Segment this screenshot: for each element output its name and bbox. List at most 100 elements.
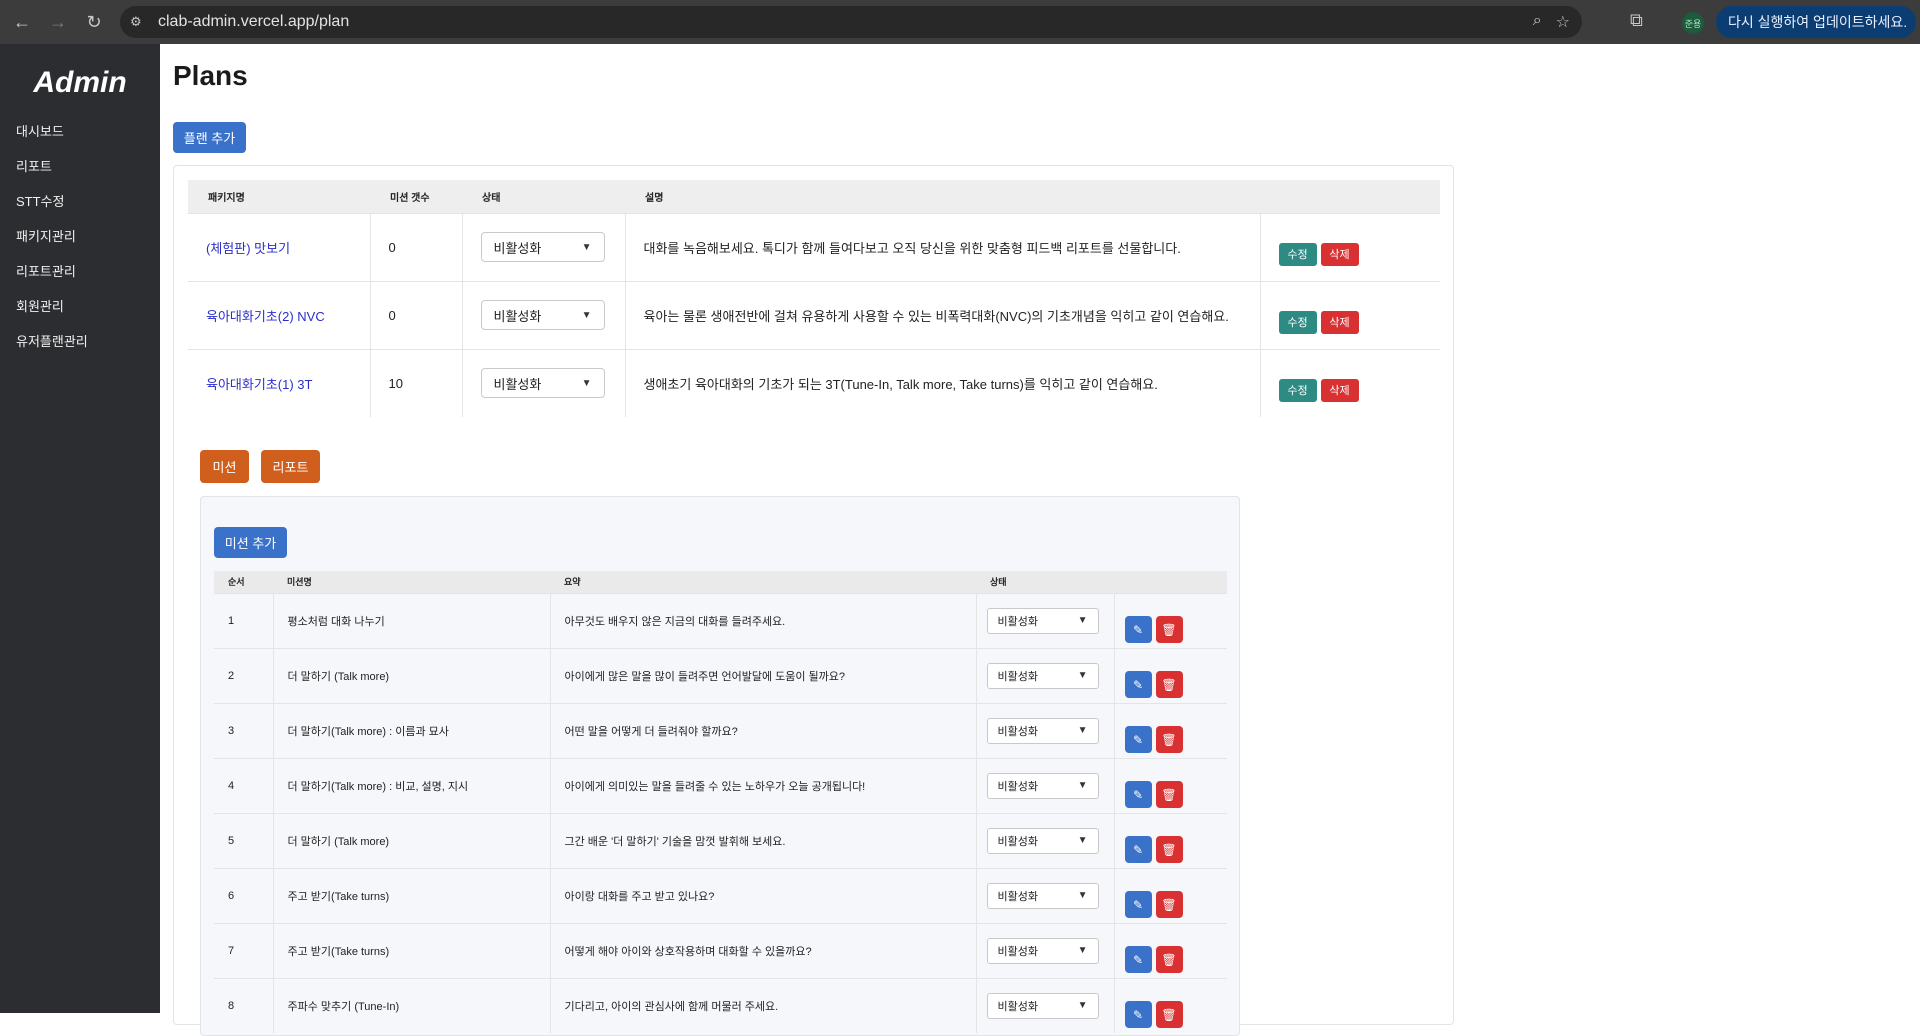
address-bar[interactable]: ⚙ clab-admin.vercel.app/plan ⌕ ☆ <box>120 6 1582 38</box>
profile-avatar[interactable]: 준용 <box>1682 12 1704 34</box>
status-select[interactable]: 비활성화 ▼ <box>986 717 1099 744</box>
mission-order: 4 <box>214 757 274 813</box>
plan-name-link[interactable]: (체험판) 맛보기 <box>206 241 290 256</box>
trash-icon[interactable]: 🗑 <box>1155 946 1183 973</box>
mission-count: 0 <box>370 212 463 281</box>
status-select[interactable]: 비활성화 ▼ <box>986 992 1099 1019</box>
table-row: 육아대화기초(1) 3T 10 비활성화 ▼ 생애초기 육아대화의 기초가 되는 … <box>188 348 1440 417</box>
edit-icon[interactable]: ✎ <box>1124 781 1152 808</box>
status-select[interactable]: 비활성화 ▼ <box>986 607 1099 634</box>
site-info-icon[interactable]: ⚙ <box>130 14 150 30</box>
edit-icon[interactable]: ✎ <box>1124 616 1152 643</box>
status-select-value: 비활성화 <box>997 945 1038 958</box>
chevron-down-icon: ▼ <box>1077 670 1088 681</box>
mission-order: 6 <box>214 867 274 923</box>
trash-icon[interactable]: 🗑 <box>1155 616 1183 643</box>
plan-name-link[interactable]: 육아대화기초(2) NVC <box>206 309 325 324</box>
mission-order: 8 <box>214 977 274 1033</box>
reload-icon[interactable]: ↻ <box>80 8 108 36</box>
sidebar-item-dashboard[interactable]: 대시보드 <box>0 114 160 149</box>
table-row: 2 더 말하기 (Talk more) 아이에게 많은 말을 많이 들려주면 언… <box>214 647 1227 703</box>
edit-icon[interactable]: ✎ <box>1124 726 1152 753</box>
tab-mission[interactable]: 미션 <box>200 450 249 483</box>
zoom-icon[interactable]: ⌕ <box>1533 12 1542 32</box>
header-mission-count: 미션 갯수 <box>370 180 462 213</box>
url-text[interactable]: clab-admin.vercel.app/plan <box>158 13 349 31</box>
extensions-icon[interactable]: ⧉ <box>1630 10 1643 31</box>
plan-description: 생애초기 육아대화의 기초가 되는 3T(Tune-In, Talk more,… <box>625 348 1261 417</box>
delete-button[interactable]: 삭제 <box>1320 242 1359 266</box>
main-content: Plans 플랜 추가 패키지명 미션 갯수 상태 설명 (체험판) 맛보기 0… <box>160 44 1920 1036</box>
edit-icon[interactable]: ✎ <box>1124 946 1152 973</box>
mission-name: 주파수 맞추기 (Tune-In) <box>273 977 551 1033</box>
trash-icon[interactable]: 🗑 <box>1155 671 1183 698</box>
add-plan-button[interactable]: 플랜 추가 <box>173 122 246 153</box>
edit-icon[interactable]: ✎ <box>1124 1001 1152 1029</box>
forward-icon[interactable]: → <box>44 8 72 36</box>
mission-summary: 기다리고, 아이의 관심사에 함께 머물러 주세요. <box>550 977 977 1033</box>
chevron-down-icon: ▼ <box>1077 945 1088 956</box>
plan-name-link[interactable]: 육아대화기초(1) 3T <box>206 377 312 392</box>
status-select[interactable]: 비활성화 ▼ <box>986 772 1099 799</box>
sidebar-item-report[interactable]: 리포트 <box>0 149 160 184</box>
edit-icon[interactable]: ✎ <box>1124 891 1152 918</box>
mission-name: 더 말하기(Talk more) : 이름과 묘사 <box>273 702 551 758</box>
brand-logo[interactable]: Admin <box>0 66 160 100</box>
update-button[interactable]: 다시 실행하여 업데이트하세요. <box>1716 6 1916 38</box>
edit-button[interactable]: 수정 <box>1278 242 1317 266</box>
status-select[interactable]: 비활성화 ▼ <box>986 827 1099 854</box>
sidebar-item-stt-edit[interactable]: STT수정 <box>0 184 160 219</box>
mission-name: 더 말하기 (Talk more) <box>273 812 551 868</box>
header-order: 순서 <box>214 571 273 593</box>
mission-order: 3 <box>214 702 274 758</box>
delete-button[interactable]: 삭제 <box>1320 378 1359 402</box>
mission-count: 10 <box>370 348 463 417</box>
status-select-value: 비활성화 <box>997 670 1038 683</box>
mission-order: 7 <box>214 922 274 978</box>
header-actions <box>1260 180 1440 213</box>
trash-icon[interactable]: 🗑 <box>1155 726 1183 753</box>
table-row: 4 더 말하기(Talk more) : 비교, 설명, 지시 아이에게 의미있… <box>214 757 1227 813</box>
sidebar-item-user-plan-management[interactable]: 유저플랜관리 <box>0 324 160 359</box>
status-select[interactable]: 비활성화 ▼ <box>480 300 605 330</box>
status-select[interactable]: 비활성화 ▼ <box>986 662 1099 689</box>
chevron-down-icon: ▼ <box>1077 1000 1088 1012</box>
back-icon[interactable]: ← <box>8 8 36 36</box>
add-mission-button[interactable]: 미션 추가 <box>214 527 287 558</box>
edit-button[interactable]: 수정 <box>1278 310 1317 334</box>
trash-icon[interactable]: 🗑 <box>1155 1001 1183 1029</box>
sidebar-menu: 대시보드 리포트 STT수정 패키지관리 리포트관리 회원관리 유저플랜관리 <box>0 114 160 359</box>
bookmark-star-icon[interactable]: ☆ <box>1556 12 1570 32</box>
header-status: 상태 <box>462 180 625 213</box>
table-row: 육아대화기초(2) NVC 0 비활성화 ▼ 육아는 물론 생애전반에 걸쳐 유용… <box>188 280 1440 349</box>
sidebar: Admin 대시보드 리포트 STT수정 패키지관리 리포트관리 회원관리 유저… <box>0 44 160 1013</box>
mission-summary: 아이에게 의미있는 말을 들려줄 수 있는 노하우가 오늘 공개됩니다! <box>550 757 977 813</box>
status-select[interactable]: 비활성화 ▼ <box>986 882 1099 909</box>
trash-icon[interactable]: 🗑 <box>1155 891 1183 918</box>
plan-description: 육아는 물론 생애전반에 걸쳐 유용하게 사용할 수 있는 비폭력대화(NVC)… <box>625 280 1261 349</box>
status-select[interactable]: 비활성화 ▼ <box>986 937 1099 964</box>
delete-button[interactable]: 삭제 <box>1320 310 1359 334</box>
mission-summary: 아무것도 배우지 않은 지금의 대화를 들려주세요. <box>550 592 977 648</box>
status-select[interactable]: 비활성화 ▼ <box>480 232 605 262</box>
status-select[interactable]: 비활성화 ▼ <box>480 368 605 399</box>
edit-button[interactable]: 수정 <box>1278 378 1317 402</box>
sidebar-item-member-management[interactable]: 회원관리 <box>0 289 160 324</box>
mission-name: 주고 받기(Take turns) <box>273 922 551 978</box>
status-select-value: 비활성화 <box>997 725 1038 738</box>
missions-table: 순서 미션명 요약 상태 1 평소처럼 대화 나누기 아무것도 배우지 않은 지… <box>214 571 1227 1033</box>
trash-icon[interactable]: 🗑 <box>1155 781 1183 808</box>
edit-icon[interactable]: ✎ <box>1124 671 1152 698</box>
table-row: 8 주파수 맞추기 (Tune-In) 기다리고, 아이의 관심사에 함께 머물… <box>214 977 1227 1033</box>
edit-icon[interactable]: ✎ <box>1124 836 1152 863</box>
tab-report[interactable]: 리포트 <box>261 450 320 483</box>
mission-name: 주고 받기(Take turns) <box>273 867 551 923</box>
table-row: 3 더 말하기(Talk more) : 이름과 묘사 어떤 말을 어떻게 더 … <box>214 702 1227 758</box>
chevron-down-icon: ▼ <box>581 309 592 321</box>
sidebar-item-report-management[interactable]: 리포트관리 <box>0 254 160 289</box>
sidebar-item-package-management[interactable]: 패키지관리 <box>0 219 160 254</box>
plan-description: 대화를 녹음해보세요. 톡디가 함께 들여다보고 오직 당신을 위한 맞춤형 피… <box>625 212 1261 281</box>
status-select-value: 비활성화 <box>997 615 1038 628</box>
trash-icon[interactable]: 🗑 <box>1155 836 1183 863</box>
browser-toolbar: ← → ↻ ⚙ clab-admin.vercel.app/plan ⌕ ☆ ⧉… <box>0 0 1920 44</box>
